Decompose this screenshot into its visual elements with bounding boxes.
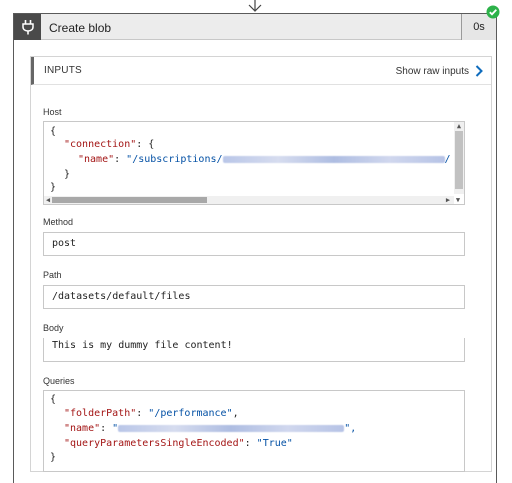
json-punct: : (100, 423, 113, 434)
host-label: Host (43, 107, 62, 117)
action-icon-box (14, 14, 41, 40)
method-value: post (43, 232, 465, 256)
json-brace: { (50, 126, 57, 137)
json-key: "name" (64, 423, 101, 434)
horizontal-scroll-thumb[interactable] (52, 197, 207, 203)
path-value: /datasets/default/files (43, 285, 465, 309)
body-value: This is my dummy file content! (43, 338, 465, 362)
success-check-icon (486, 5, 500, 19)
json-string: / (444, 154, 451, 165)
json-punct: , (232, 408, 239, 419)
inputs-panel: INPUTS Show raw inputs Host { "connectio… (30, 56, 492, 472)
scroll-right-icon[interactable]: ▶ (444, 196, 452, 204)
json-string: ", (344, 423, 357, 434)
json-line-connection: "connection": { (64, 139, 154, 150)
queries-json-viewer[interactable]: { "folderPath": "/performance", "name": … (43, 390, 465, 472)
redacted-value (118, 424, 345, 432)
json-brace: } (50, 182, 57, 193)
json-brace: } (50, 452, 57, 463)
json-line-name: "name": " ", (64, 423, 356, 434)
json-punct: : { (136, 139, 155, 150)
json-string: "/subscriptions/ (126, 154, 223, 165)
vertical-scroll-thumb[interactable] (455, 131, 463, 189)
json-string: "/performance" (148, 408, 233, 419)
plug-icon (21, 20, 34, 35)
queries-label: Queries (43, 376, 75, 386)
scroll-left-icon[interactable]: ◀ (44, 196, 52, 204)
json-key: "queryParametersSingleEncoded" (64, 438, 245, 449)
path-label: Path (43, 270, 62, 280)
action-title: Create blob (49, 21, 112, 35)
chevron-right-icon (475, 65, 483, 77)
scroll-down-icon[interactable]: ▼ (454, 196, 462, 204)
horizontal-scrollbar[interactable]: ◀ (44, 196, 454, 204)
redacted-value (222, 155, 445, 163)
inputs-header: INPUTS Show raw inputs (31, 57, 491, 85)
json-key: "folderPath" (64, 408, 137, 419)
show-raw-inputs-link[interactable]: Show raw inputs (396, 63, 483, 79)
json-line-name: "name": "/subscriptions/ / (78, 154, 451, 165)
json-string: "True" (256, 438, 293, 449)
json-brace: { (50, 394, 57, 405)
scroll-up-icon[interactable]: ▲ (455, 122, 463, 130)
method-label: Method (43, 217, 74, 227)
json-line-folderpath: "folderPath": "/performance", (64, 408, 239, 419)
json-brace: } (64, 169, 71, 180)
connector-arrow-icon (248, 0, 262, 12)
show-raw-inputs-label: Show raw inputs (395, 65, 469, 77)
json-line-queryparameters: "queryParametersSingleEncoded": "True" (64, 438, 293, 449)
action-card: Create blob 0s INPUTS Show raw inputs Ho… (13, 13, 497, 483)
json-punct: : (136, 408, 149, 419)
json-key: "name" (78, 154, 115, 165)
inputs-title: INPUTS (44, 65, 82, 76)
vertical-scrollbar[interactable]: ▲ (454, 122, 464, 194)
body-label: Body (43, 323, 64, 333)
json-punct: : (244, 438, 257, 449)
host-json-viewer[interactable]: { "connection": { "name": "/subscription… (43, 121, 465, 205)
json-key: "connection" (64, 139, 137, 150)
json-punct: : (114, 154, 127, 165)
action-card-header[interactable]: Create blob 0s (14, 14, 496, 40)
